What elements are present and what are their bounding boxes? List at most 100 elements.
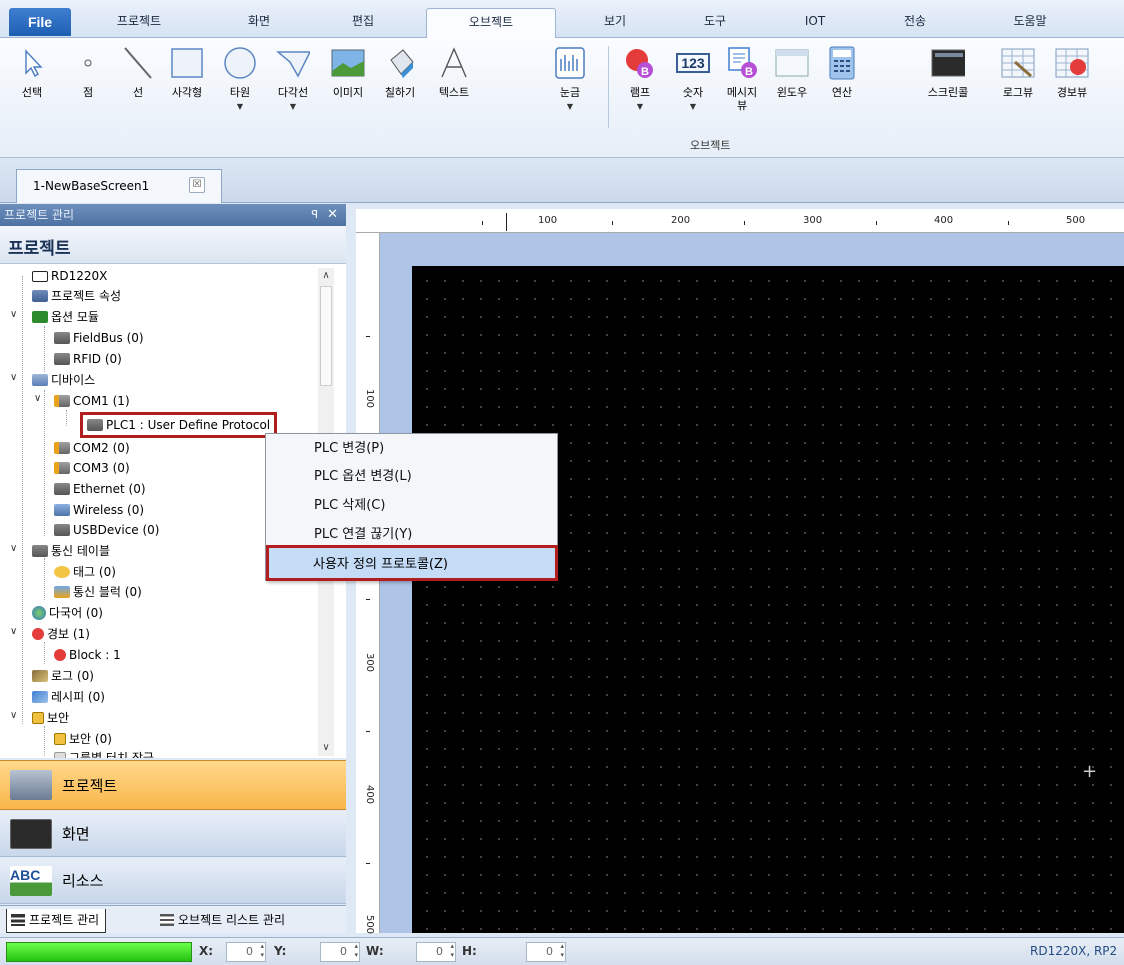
expand-icon[interactable]: ∨ (10, 309, 17, 320)
tab-project[interactable]: 프로젝트 (96, 8, 182, 38)
ruler-tick (366, 599, 370, 600)
device-icon (32, 270, 48, 282)
tab-view[interactable]: 보기 (580, 8, 650, 38)
log-view-button[interactable]: 로그뷰 (996, 46, 1040, 99)
scale-icon (553, 46, 587, 80)
tree-item-rd1220x[interactable]: RD1220X (32, 266, 107, 286)
chevron-down-icon[interactable]: ▼ (218, 102, 262, 111)
pin-icon[interactable]: ꟼ (311, 204, 318, 226)
tree-item-wireless[interactable]: Wireless (0) (54, 500, 144, 520)
menu-item-change-plc[interactable]: PLC 변경(P) (314, 438, 384, 460)
tab-object[interactable]: 오브젝트 (426, 8, 556, 39)
expand-icon[interactable]: ∨ (34, 393, 41, 404)
log-view-icon (1001, 46, 1035, 80)
chevron-down-icon[interactable]: ▼ (548, 102, 592, 111)
tree-guide (44, 326, 45, 372)
tree-item-security-sub[interactable]: 보안 (0) (54, 729, 112, 749)
rectangle-button[interactable]: 사각형 (165, 46, 209, 99)
x-stepper[interactable]: 0 (226, 942, 266, 962)
tree-item-option-modules[interactable]: 옵션 모듈 (32, 307, 99, 327)
nav-project-button[interactable]: 프로젝트 (0, 760, 346, 810)
nav-resource-button[interactable]: ABC 리소스 (0, 858, 346, 904)
tree-item-ethernet[interactable]: Ethernet (0) (54, 479, 146, 499)
tree-item-plc1[interactable]: PLC1 : User Define Protocol (80, 412, 278, 438)
tab-new-base-screen[interactable]: 1-NewBaseScreen1 ☒ (16, 169, 222, 203)
tree-item-usbdevice[interactable]: USBDevice (0) (54, 520, 159, 540)
ruler-label: 200 (671, 215, 691, 226)
ruler-label: 100 (364, 388, 376, 409)
tab-screen[interactable]: 화면 (216, 8, 302, 38)
recipe-icon (32, 691, 48, 703)
tab-tools[interactable]: 도구 (680, 8, 750, 38)
close-icon[interactable]: ☒ (189, 177, 205, 193)
expand-icon[interactable]: ∨ (10, 372, 17, 383)
tree-item-comm-blocks[interactable]: 통신 블럭 (0) (54, 582, 142, 602)
tree-item-alarm-block[interactable]: Block : 1 (54, 645, 121, 665)
menu-item-delete-plc[interactable]: PLC 삭제(C) (314, 495, 385, 517)
menu-item-label: 사용자 정의 프로토콜(Z) (313, 557, 448, 572)
chevron-down-icon[interactable]: ▼ (671, 102, 715, 111)
fill-button[interactable]: 칠하기 (378, 46, 422, 99)
close-icon[interactable]: ✕ (327, 204, 338, 226)
scale-button[interactable]: 눈금 ▼ (548, 46, 592, 111)
expand-icon[interactable]: ∨ (10, 626, 17, 637)
tree-item-alarm[interactable]: 경보 (1) (32, 624, 90, 644)
text-button[interactable]: 텍스트 (432, 46, 476, 99)
ruler-label: 400 (934, 215, 954, 226)
scroll-thumb[interactable] (320, 286, 332, 386)
scroll-down-icon[interactable]: ∨ (318, 740, 334, 756)
tree-item-devices[interactable]: 디바이스 (32, 370, 95, 390)
w-stepper[interactable]: 0 (416, 942, 456, 962)
tree-item-security[interactable]: 보안 (32, 708, 69, 728)
alarm-view-button[interactable]: 경보뷰 (1050, 46, 1094, 99)
nav-screen-button[interactable]: 화면 (0, 811, 346, 857)
tab-edit[interactable]: 편집 (320, 8, 406, 38)
tree-item-com2[interactable]: COM2 (0) (54, 438, 130, 458)
menu-item-change-plc-options[interactable]: PLC 옵션 변경(L) (314, 466, 412, 488)
chevron-down-icon[interactable]: ▼ (271, 102, 315, 111)
y-stepper[interactable]: 0 (320, 942, 360, 962)
image-button[interactable]: 이미지 (326, 46, 370, 99)
tab-iot[interactable]: IOT (780, 8, 850, 38)
scroll-up-icon[interactable]: ∧ (318, 268, 334, 284)
tree-item-multilanguage[interactable]: 다국어 (0) (32, 603, 103, 623)
tab-transfer[interactable]: 전송 (880, 8, 950, 38)
calculation-button[interactable]: 연산 (820, 46, 864, 99)
tree-item-log[interactable]: 로그 (0) (32, 666, 94, 686)
tree-item-com3[interactable]: COM3 (0) (54, 458, 130, 478)
lamp-button[interactable]: B 램프 ▼ (618, 46, 662, 111)
tree-guide (22, 276, 23, 724)
screen-canvas[interactable]: + (412, 266, 1124, 933)
line-button[interactable]: 선 (116, 46, 160, 99)
tab-object-list[interactable]: 오브젝트 리스트 관리 (156, 909, 291, 933)
tree-item-comm-table[interactable]: 통신 테이블 (32, 541, 110, 561)
menu-item-user-defined-protocol[interactable]: 사용자 정의 프로토콜(Z) (266, 545, 558, 581)
window-button[interactable]: 윈도우 (770, 46, 814, 99)
screen-call-button[interactable]: 스크린콜 (926, 46, 970, 99)
ruler-tick (366, 863, 370, 864)
number-button[interactable]: 123 숫자 ▼ (671, 46, 715, 111)
tree-item-project-properties[interactable]: 프로젝트 속성 (32, 286, 121, 306)
tab-project-management[interactable]: 프로젝트 관리 (6, 909, 107, 933)
h-stepper[interactable]: 0 (526, 942, 566, 962)
plc-icon (87, 419, 103, 431)
polyline-button[interactable]: 다각선 ▼ (271, 46, 315, 111)
menu-item-disconnect-plc[interactable]: PLC 연결 끊기(Y) (314, 524, 412, 546)
svg-text:B: B (641, 66, 649, 78)
point-button[interactable]: 점 (66, 46, 110, 99)
tree-item-fieldbus[interactable]: FieldBus (0) (54, 328, 144, 348)
expand-icon[interactable]: ∨ (10, 543, 17, 554)
tree-item-com1[interactable]: COM1 (1) (54, 391, 130, 411)
tab-help[interactable]: 도움말 (990, 8, 1070, 38)
tree-item-recipe[interactable]: 레시피 (0) (32, 687, 105, 707)
tree-item-group-touch-lock[interactable]: 그룹별 터치 잠금 (54, 748, 154, 758)
ruler-tick (482, 221, 483, 225)
tree-item-rfid[interactable]: RFID (0) (54, 349, 122, 369)
ellipse-button[interactable]: 타원 ▼ (218, 46, 262, 111)
select-button[interactable]: 선택 (10, 46, 54, 99)
chevron-down-icon[interactable]: ▼ (618, 102, 662, 111)
message-view-button[interactable]: B 메시지 뷰 (720, 46, 764, 112)
expand-icon[interactable]: ∨ (10, 710, 17, 721)
tree-item-tags[interactable]: 태그 (0) (54, 562, 116, 582)
tab-file[interactable]: File (9, 8, 71, 36)
